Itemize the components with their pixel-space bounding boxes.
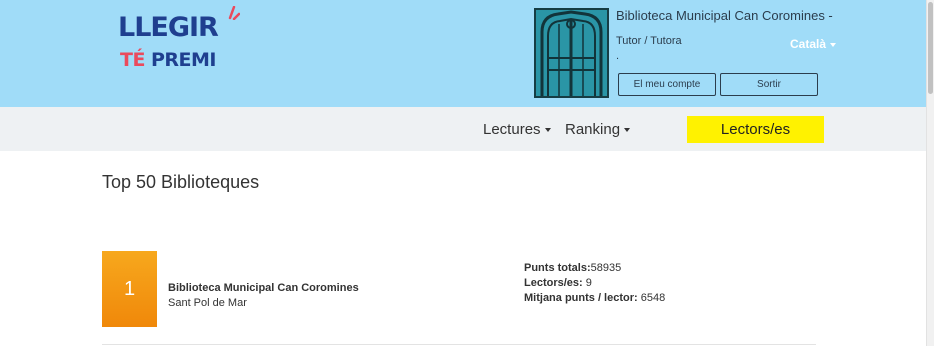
average-row: Mitjana punts / lector: 6548 bbox=[524, 291, 665, 306]
page-title: Top 50 Biblioteques bbox=[102, 172, 260, 192]
user-role-extra: . bbox=[616, 50, 620, 62]
library-stats: Punts totals:58935 Lectors/es: 9 Mitjana… bbox=[524, 261, 665, 306]
language-selector[interactable]: Català bbox=[790, 37, 837, 51]
spark-icon bbox=[228, 6, 240, 20]
logo-line1: LLEGIR bbox=[118, 12, 219, 43]
nav-ranking-dropdown[interactable]: Ranking bbox=[565, 121, 631, 138]
rank-badge: 1 bbox=[102, 251, 157, 327]
nav-lectures-dropdown[interactable]: Lectures bbox=[483, 121, 551, 138]
total-points-label: Punts totals: bbox=[524, 262, 591, 274]
user-role: Tutor / Tutora bbox=[616, 35, 682, 47]
scrollbar-thumb[interactable] bbox=[928, 2, 933, 94]
total-points-row: Punts totals:58935 bbox=[524, 261, 665, 276]
my-account-button[interactable]: El meu compte bbox=[618, 73, 716, 96]
logo-line2: TÉ PREMI bbox=[120, 49, 216, 71]
library-image bbox=[534, 8, 609, 98]
scrollbar[interactable] bbox=[926, 0, 934, 346]
nav-lectures-label: Lectures bbox=[483, 121, 541, 138]
library-entry-name[interactable]: Biblioteca Municipal Can Coromines bbox=[168, 282, 359, 294]
logo-word-premi: PREMI bbox=[150, 49, 217, 71]
logo-word-te: TÉ bbox=[120, 49, 145, 71]
total-points-value: 58935 bbox=[590, 262, 622, 274]
divider bbox=[102, 344, 816, 345]
readers-value: 9 bbox=[582, 277, 592, 289]
navbar: Lectures Ranking Lectors/es bbox=[0, 107, 926, 151]
library-entry-city: Sant Pol de Mar bbox=[168, 297, 247, 309]
language-label: Català bbox=[790, 37, 827, 51]
chevron-down-icon bbox=[544, 128, 551, 133]
readers-label: Lectors/es: bbox=[524, 277, 583, 289]
logout-button[interactable]: Sortir bbox=[720, 73, 818, 96]
chevron-down-icon bbox=[830, 42, 837, 47]
readers-row: Lectors/es: 9 bbox=[524, 276, 665, 291]
average-label: Mitjana punts / lector: bbox=[524, 292, 638, 304]
header: LLEGIR TÉ PREMI Biblioteca Municipal Can … bbox=[0, 0, 926, 107]
chevron-down-icon bbox=[624, 128, 631, 133]
library-name: Biblioteca Municipal Can Coromines - bbox=[616, 8, 833, 23]
library-facade-icon bbox=[536, 10, 607, 96]
logo[interactable]: LLEGIR TÉ PREMI bbox=[116, 6, 246, 78]
readers-button[interactable]: Lectors/es bbox=[687, 116, 824, 143]
average-value: 6548 bbox=[637, 292, 666, 304]
nav-ranking-label: Ranking bbox=[565, 121, 621, 138]
